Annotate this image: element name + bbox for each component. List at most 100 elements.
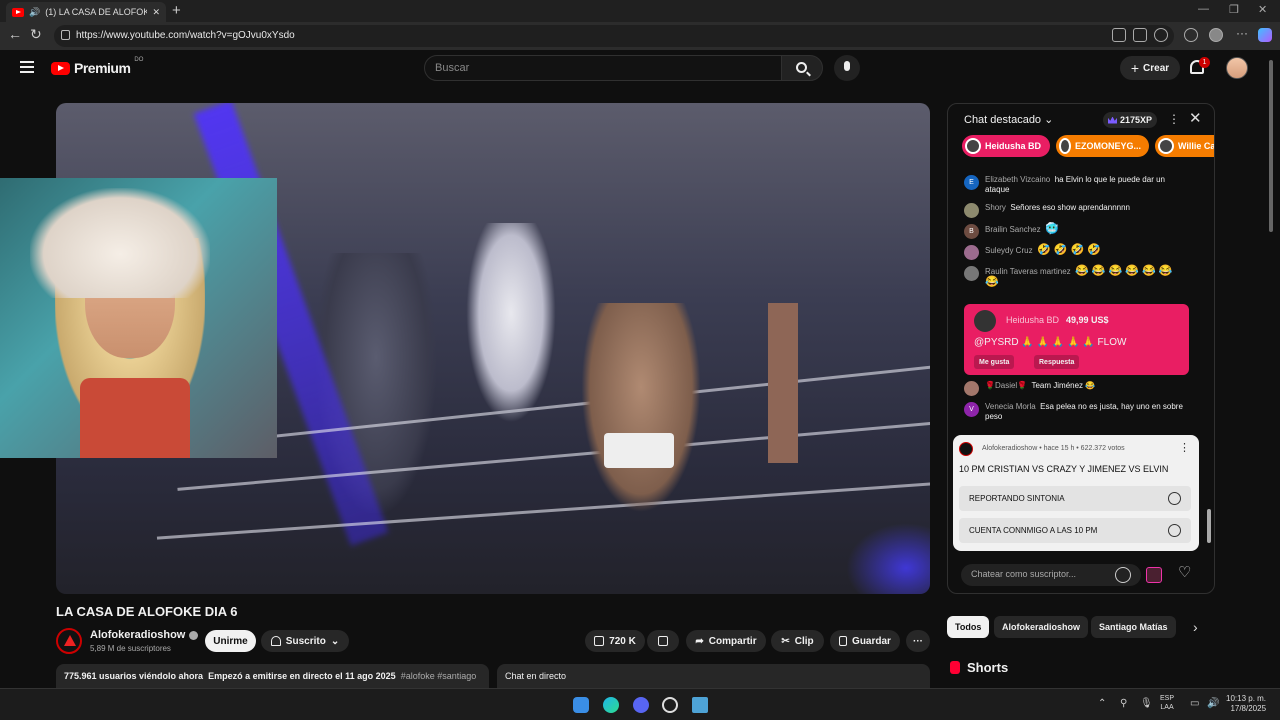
app-icon[interactable] (692, 697, 708, 713)
chat-message[interactable]: Raulin Taveras martinez 😂 😂 😂 😂 😂 😂 😂 (964, 266, 1189, 288)
window-close-icon[interactable]: ✕ (1258, 3, 1267, 16)
volume-icon[interactable]: 🔊 (1207, 698, 1219, 709)
page-scrollbar-thumb[interactable] (1269, 60, 1273, 232)
microphone-icon[interactable]: 🎙 (1140, 698, 1153, 709)
chat-menu-icon[interactable]: ⋮ (1168, 112, 1180, 126)
poll-question: 10 PM CRISTIAN VS CRAZY Y JIMENEZ VS ELV… (959, 464, 1169, 474)
close-chat-icon[interactable]: ✕ (1189, 109, 1202, 127)
start-menu-icon[interactable] (573, 697, 589, 713)
chat-mode-label: Chat destacado (964, 114, 1042, 126)
obs-icon[interactable] (662, 697, 678, 713)
page-scrollbar[interactable] (1268, 60, 1274, 680)
site-info-icon[interactable] (61, 30, 70, 40)
copilot-icon[interactable] (1258, 28, 1272, 42)
extensions-icon[interactable] (1184, 28, 1198, 42)
favorite-star-icon[interactable] (1154, 28, 1168, 42)
chat-avatar: E (964, 175, 979, 190)
tab-title: (1) LA CASA DE ALOFOKE DI (45, 7, 148, 17)
like-button[interactable]: 720 K (585, 630, 645, 652)
speaker-icon[interactable]: 🔊 (29, 7, 40, 18)
chat-message[interactable]: V Venecia Morla Esa pelea no es justa, h… (964, 402, 1189, 422)
channel-name[interactable]: Alofokeradioshow (90, 629, 199, 641)
like-count: 720 K (609, 635, 636, 647)
profile-icon[interactable] (1209, 28, 1223, 42)
superchat-reply-button[interactable]: Respuesta (1034, 355, 1080, 369)
subscribed-button[interactable]: Suscrito ⌄ (261, 630, 349, 652)
poll-menu-icon[interactable]: ⋮ (1179, 441, 1190, 454)
chat-mode-selector[interactable]: Chat destacado ⌄ (964, 113, 1053, 126)
tray-overflow-icon[interactable]: ⌃ (1098, 698, 1106, 709)
notifications-badge: 1 (1199, 57, 1210, 68)
join-button[interactable]: Unirme (205, 630, 256, 652)
superchat-like-button[interactable]: Me gusta (974, 355, 1015, 369)
description-box[interactable]: 775.961 usuarios viéndolo ahora Empezó a… (56, 664, 489, 688)
chevron-right-icon[interactable]: › (1193, 619, 1198, 635)
chip-all[interactable]: Todos (947, 616, 990, 638)
live-chat-panel: Chat destacado ⌄ 2175XP ⋮ ✕ Heidusha BD … (947, 103, 1215, 594)
super-chat-icon[interactable] (1146, 567, 1162, 583)
user-avatar[interactable] (1226, 57, 1248, 79)
search-button[interactable] (781, 55, 823, 81)
hamburger-menu-icon[interactable] (20, 61, 34, 73)
poll-option[interactable]: CUENTA CONNMIGO A LAS 10 PM (959, 518, 1191, 543)
chat-message[interactable]: Shory Señores eso show aprendannnnn (964, 203, 1189, 218)
chat-scrollbar[interactable] (1206, 164, 1212, 554)
language-indicator[interactable]: ESP LAA (1160, 694, 1174, 712)
clip-button[interactable]: ✂ Clip (771, 630, 824, 652)
maximize-icon[interactable]: ❐ (1229, 3, 1239, 16)
new-tab-button[interactable]: + (172, 2, 181, 19)
super-chat-message[interactable]: Heidusha BD 49,99 US$ @PYSRD 🙏 🙏 🙏 🙏 🙏 F… (964, 304, 1189, 375)
clock-date: 17/8/2025 (1230, 704, 1267, 713)
save-button[interactable]: Guardar (830, 630, 900, 652)
chat-message[interactable]: Suleydy Cruz 🤣 🤣 🤣 🤣 (964, 245, 1189, 260)
channel-avatar[interactable] (56, 628, 82, 654)
emoji-icon[interactable] (1115, 567, 1131, 583)
video-frame-corner-post (768, 303, 798, 463)
discord-icon[interactable] (633, 697, 649, 713)
chat-message[interactable]: 🌹Dasiel🌹 Team Jiménez 😂 (964, 381, 1189, 396)
browser-tab[interactable]: 🔊 (1) LA CASA DE ALOFOKE DI ✕ (6, 2, 166, 22)
translate-icon[interactable] (1112, 28, 1126, 42)
tab-close-icon[interactable]: ✕ (152, 7, 160, 18)
chat-message[interactable]: B Brailin Sanchez 🥶 (964, 224, 1189, 239)
chat-scrollbar-thumb[interactable] (1207, 509, 1211, 543)
chat-author: 🌹Dasiel🌹 (985, 381, 1028, 390)
search-input[interactable]: Buscar (424, 55, 782, 81)
superchat-text: @PYSRD 🙏 🙏 🙏 🙏 🙏 FLOW (974, 337, 1127, 348)
chat-author: Suleydy Cruz (985, 246, 1033, 255)
share-button[interactable]: ➦ Compartir (686, 630, 766, 652)
refresh-icon[interactable]: ↻ (30, 26, 42, 43)
youtube-premium-logo[interactable]: Premium DO (51, 57, 143, 76)
live-chat-bar[interactable]: Chat en directo (497, 664, 930, 688)
create-button[interactable]: + Crear (1120, 56, 1180, 80)
ticker-item[interactable]: Heidusha BD (962, 135, 1050, 157)
chat-message[interactable]: E Elizabeth Vizcaino ha Elvin lo que le … (964, 175, 1189, 195)
xp-badge[interactable]: 2175XP (1103, 112, 1158, 128)
poll-option[interactable]: REPORTANDO SINTONIA (959, 486, 1191, 511)
chip-channel[interactable]: Alofokeradioshow (994, 616, 1089, 638)
poll-option-label: REPORTANDO SINTONIA (969, 494, 1065, 503)
edge-icon[interactable] (603, 697, 619, 713)
ticker-item[interactable]: Willie Ca (1155, 135, 1214, 157)
back-icon[interactable]: ← (8, 26, 22, 42)
more-actions-button[interactable]: ··· (906, 630, 930, 652)
chip-santiago[interactable]: Santiago Matías (1091, 616, 1176, 638)
system-clock[interactable]: 10:13 p. m. 17/8/2025 (1226, 694, 1266, 714)
verified-check-icon (189, 630, 199, 640)
url-field[interactable]: https://www.youtube.com/watch?v=gOJvu0xY… (54, 25, 1174, 47)
chat-input[interactable]: Chatear como suscriptor... (961, 564, 1141, 586)
ticker-avatar (965, 138, 981, 154)
network-icon[interactable]: ⚲ (1120, 698, 1127, 709)
browser-menu-icon[interactable]: ··· (1236, 26, 1250, 40)
hashtags[interactable]: #alofoke #santiago (401, 671, 477, 681)
minimize-icon[interactable]: — (1198, 3, 1209, 15)
apps-icon[interactable] (1133, 28, 1147, 42)
ticker-item[interactable]: EZOMONEYG... (1056, 135, 1149, 157)
region-code: LAA (1160, 704, 1174, 711)
heart-icon[interactable]: ♡ (1178, 563, 1194, 581)
chat-author: Shory (985, 203, 1006, 212)
superchat-avatar (974, 310, 996, 332)
dislike-button[interactable] (647, 630, 679, 652)
voice-search-button[interactable] (834, 55, 860, 81)
display-icon[interactable]: ▭ (1190, 698, 1199, 709)
